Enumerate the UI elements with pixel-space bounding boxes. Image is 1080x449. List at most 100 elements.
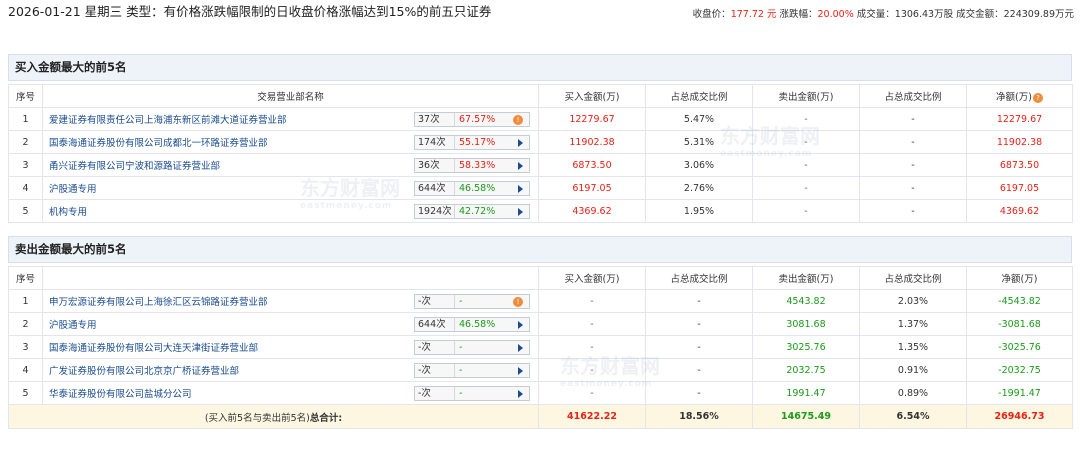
sell-amount: - <box>752 176 860 200</box>
sell-amount: - <box>752 107 860 131</box>
sell-amount: 3081.68 <box>752 312 860 336</box>
win-rate: 55.17% <box>459 137 496 148</box>
amount-label: 成交金额： <box>956 9 1004 20</box>
hot-icon[interactable]: ! <box>513 297 523 307</box>
buy-amount: 4369.62 <box>538 199 646 223</box>
col-header-net-label: 净额(万) <box>996 92 1032 103</box>
arrow-right-icon[interactable] <box>518 321 523 329</box>
trade-count-widget[interactable]: 36次 58.33% <box>414 158 530 173</box>
broker-name-link[interactable]: 沪股通专用 <box>49 320 97 331</box>
col-header-no: 序号 <box>8 84 43 108</box>
table-row: 3 甬兴证券有限公司宁波和源路证券营业部 36次 58.33% 6873.50 3.06%… <box>8 153 1073 177</box>
trade-count-widget[interactable]: 37次 67.57%! <box>414 112 530 127</box>
sell-ratio: 1.35% <box>859 335 967 359</box>
arrow-right-icon[interactable] <box>518 208 523 216</box>
trade-count: 644次 <box>415 318 455 331</box>
buy-ratio: 5.47% <box>645 107 753 131</box>
broker-name-link[interactable]: 国泰海通证券股份有限公司成都北一环路证券营业部 <box>49 138 268 149</box>
total-label-strong: 总合计: <box>309 412 343 424</box>
trade-count-widget[interactable]: 1924次 42.72% <box>414 204 530 219</box>
net-amount: 6197.05 <box>966 176 1073 200</box>
trade-count: -次 <box>415 364 455 377</box>
win-rate: 46.58% <box>459 319 496 330</box>
broker-name-link[interactable]: 机构专用 <box>49 207 87 218</box>
amount-value: 224309.89万元 <box>1003 9 1074 20</box>
row-number: 3 <box>8 335 43 359</box>
trade-count-widget[interactable]: -次 - <box>414 386 530 401</box>
total-net: 26946.73 <box>966 404 1073 429</box>
buy-ratio: 2.76% <box>645 176 753 200</box>
arrow-right-icon[interactable] <box>518 390 523 398</box>
sell-amount: 1991.47 <box>752 381 860 405</box>
col-header-broker <box>42 266 539 290</box>
col-header-sell-ratio: 占总成交比例 <box>859 84 967 108</box>
close-value: 177.72 元 <box>730 9 777 20</box>
broker-cell: 沪股通专用 644次 46.58% <box>42 176 539 200</box>
net-amount: -3025.76 <box>966 335 1073 359</box>
row-number: 5 <box>8 381 43 405</box>
net-amount: 6873.50 <box>966 153 1073 177</box>
table-row: 2 沪股通专用 644次 46.58% - -3081.68 1.37% -3081.68 <box>8 312 1073 336</box>
col-header-buy: 买入金额(万) <box>538 266 646 290</box>
trade-count-widget[interactable]: 174次 55.17% <box>414 135 530 150</box>
trade-count: 1924次 <box>415 205 455 218</box>
table-row: 4 广发证券股份有限公司北京京广桥证券营业部 -次 - - -2032.75 0.91% -2… <box>8 358 1073 382</box>
row-number: 2 <box>8 312 43 336</box>
buy-amount: - <box>538 381 646 405</box>
col-header-sell: 卖出金额(万) <box>752 84 860 108</box>
broker-name-link[interactable]: 甬兴证券有限公司宁波和源路证券营业部 <box>49 161 220 172</box>
arrow-right-icon[interactable] <box>518 162 523 170</box>
arrow-right-icon[interactable] <box>518 139 523 147</box>
broker-name-link[interactable]: 爱建证券有限责任公司上海浦东新区前滩大道证券营业部 <box>49 115 287 126</box>
trade-count-widget[interactable]: 644次 46.58% <box>414 317 530 332</box>
trade-count-widget[interactable]: 644次 46.58% <box>414 181 530 196</box>
sell-ratio: - <box>859 130 967 154</box>
buy-table-body: 序号 交易营业部名称 买入金额(万) 占总成交比例 卖出金额(万) 占总成交比例… <box>8 84 1073 223</box>
total-buy: 41622.22 <box>538 404 646 429</box>
total-sell: 14675.49 <box>752 404 860 429</box>
sell-ratio: 0.91% <box>859 358 967 382</box>
net-amount: 4369.62 <box>966 199 1073 223</box>
buy-amount: 11902.38 <box>538 130 646 154</box>
stock-stats: 收盘价：177.72 元 涨跌幅：20.00% 成交量：1306.43万股 成交… <box>693 6 1074 20</box>
broker-name-link[interactable]: 申万宏源证券有限公司上海徐汇区云锦路证券营业部 <box>49 297 268 308</box>
row-number: 5 <box>8 199 43 223</box>
trade-count: -次 <box>415 387 455 400</box>
arrow-right-icon[interactable] <box>518 367 523 375</box>
col-header-sell: 卖出金额(万) <box>752 266 860 290</box>
table-row: 1 申万宏源证券有限公司上海徐汇区云锦路证券营业部 -次 -! - -4543.82 2.0… <box>8 289 1073 313</box>
col-header-broker: 交易营业部名称 <box>42 84 539 108</box>
net-amount: -2032.75 <box>966 358 1073 382</box>
table-row: 1 爱建证券有限责任公司上海浦东新区前滩大道证券营业部 37次 67.57%! 1227… <box>8 107 1073 131</box>
trade-count: 37次 <box>415 113 455 126</box>
buy-table: 序号 交易营业部名称 买入金额(万) 占总成交比例 卖出金额(万) 占总成交比例… <box>8 84 1073 223</box>
broker-name-link[interactable]: 华泰证券股份有限公司盐城分公司 <box>49 389 192 400</box>
sell-table-header-row: 序号 买入金额(万) 占总成交比例 卖出金额(万) 占总成交比例 净额(万) <box>8 266 1073 290</box>
trade-count-widget[interactable]: -次 -! <box>414 294 530 309</box>
arrow-right-icon[interactable] <box>518 344 523 352</box>
sell-ratio: - <box>859 199 967 223</box>
page-header: 2026-01-21 星期三 类型：有价格涨跌幅限制的日收盘价格涨幅达到15%的… <box>8 4 1074 40</box>
table-row: 2 国泰海通证券股份有限公司成都北一环路证券营业部 174次 55.17% 11902.… <box>8 130 1073 154</box>
info-icon[interactable]: ? <box>1032 92 1043 103</box>
col-header-buy-ratio: 占总成交比例 <box>645 84 753 108</box>
table-row: 4 沪股通专用 644次 46.58% 6197.05 2.76% - -6197.05 <box>8 176 1073 200</box>
total-buy-ratio: 18.56% <box>645 404 753 429</box>
arrow-right-icon[interactable] <box>518 185 523 193</box>
row-number: 1 <box>8 107 43 131</box>
broker-name-link[interactable]: 广发证券股份有限公司北京京广桥证券营业部 <box>49 366 239 377</box>
broker-name-link[interactable]: 沪股通专用 <box>49 184 97 195</box>
hot-icon[interactable]: ! <box>513 115 523 125</box>
volume-label: 成交量： <box>856 9 895 20</box>
sell-table-body: 序号 买入金额(万) 占总成交比例 卖出金额(万) 占总成交比例 净额(万) 1… <box>8 266 1073 429</box>
net-amount: -3081.68 <box>966 312 1073 336</box>
trade-count-widget[interactable]: -次 - <box>414 363 530 378</box>
win-rate: - <box>459 296 463 307</box>
sell-table: 序号 买入金额(万) 占总成交比例 卖出金额(万) 占总成交比例 净额(万) 1… <box>8 266 1073 429</box>
buy-ratio: - <box>645 312 753 336</box>
trade-count-widget[interactable]: -次 - <box>414 340 530 355</box>
broker-name-link[interactable]: 国泰海通证券股份有限公司大连天津街证券营业部 <box>49 343 258 354</box>
sell-ratio: - <box>859 153 967 177</box>
win-rate: 46.58% <box>459 183 496 194</box>
buy-table-header-row: 序号 交易营业部名称 买入金额(万) 占总成交比例 卖出金额(万) 占总成交比例… <box>8 84 1073 108</box>
